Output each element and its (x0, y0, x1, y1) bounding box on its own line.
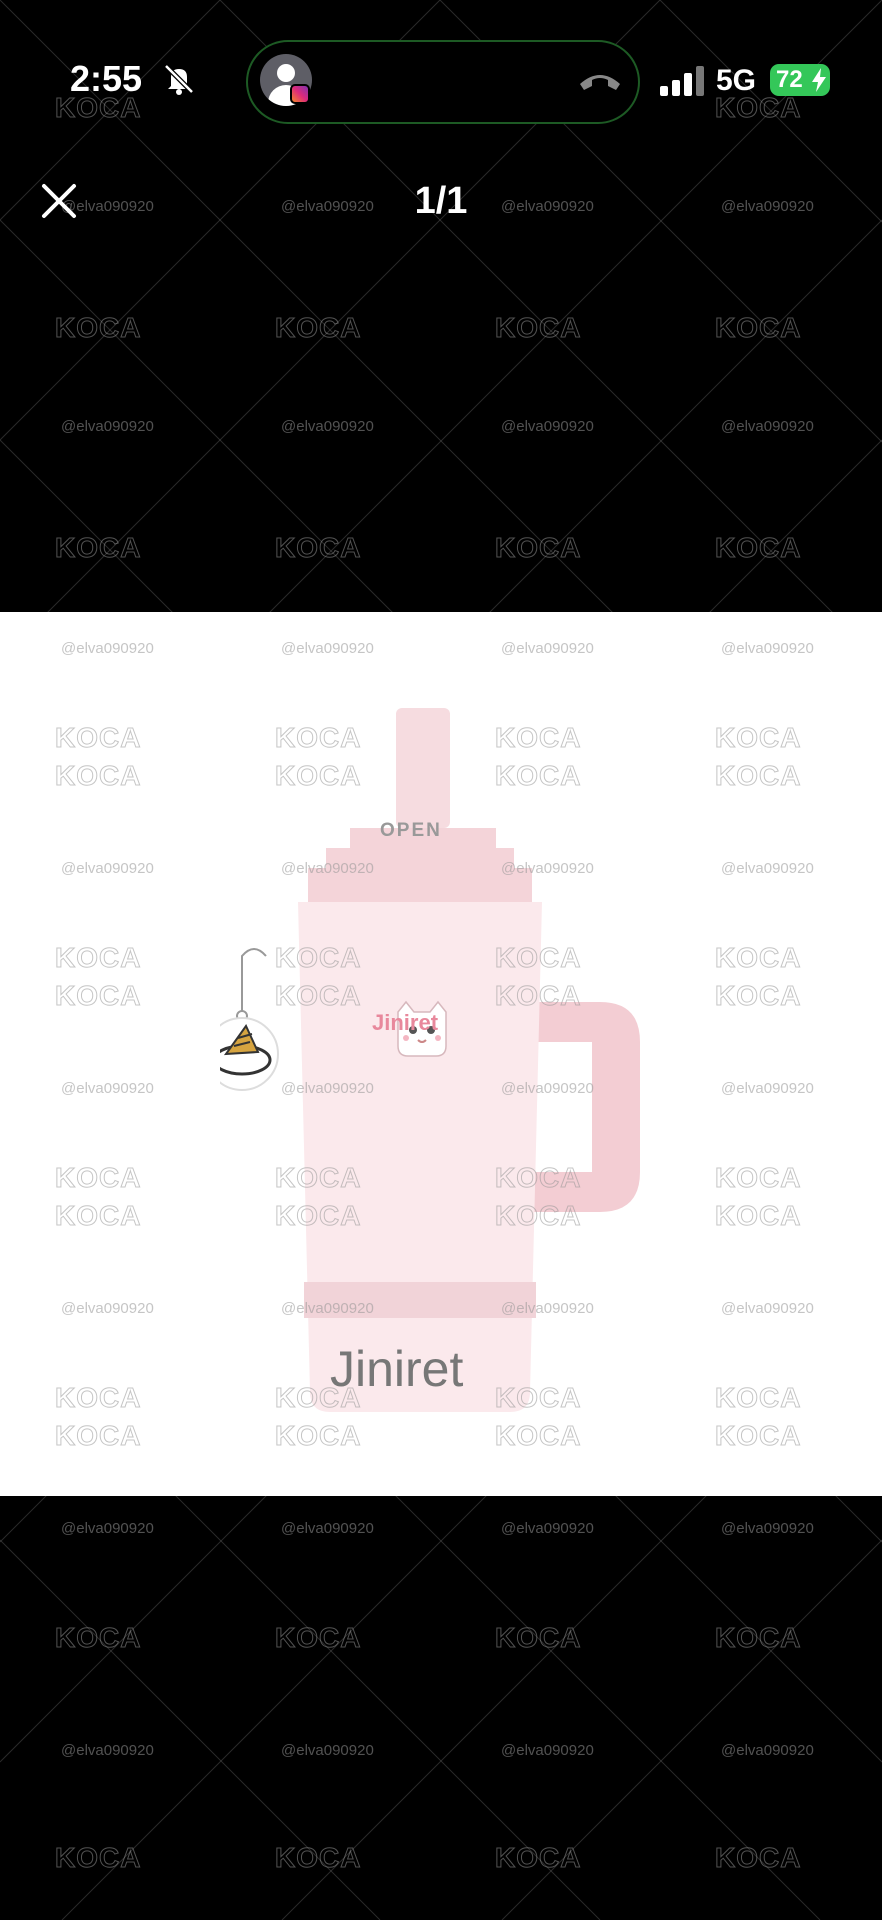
battery-level: 72 (776, 66, 803, 93)
signal-icon (660, 66, 704, 96)
close-icon[interactable] (38, 180, 80, 222)
image-caption: Jiniret (330, 1341, 464, 1397)
network-type: 5G (716, 64, 757, 97)
instagram-icon (290, 84, 310, 104)
battery-indicator: 72 (770, 64, 830, 96)
image-counter: 1/1 (414, 180, 468, 222)
cup-label: Jiniret (372, 1010, 439, 1035)
status-bar: 2:55 5G 72 (0, 0, 882, 150)
dynamic-island[interactable] (246, 40, 640, 124)
status-time: 2:55 (70, 58, 143, 99)
charging-bolt-icon (812, 68, 826, 92)
charm-keychain (220, 948, 279, 1091)
lid-label: OPEN (380, 820, 442, 841)
bell-slash-icon (164, 64, 194, 95)
hang-up-icon[interactable] (578, 66, 622, 94)
photo[interactable]: OPEN Jiniret Jiniret (0, 612, 882, 1496)
